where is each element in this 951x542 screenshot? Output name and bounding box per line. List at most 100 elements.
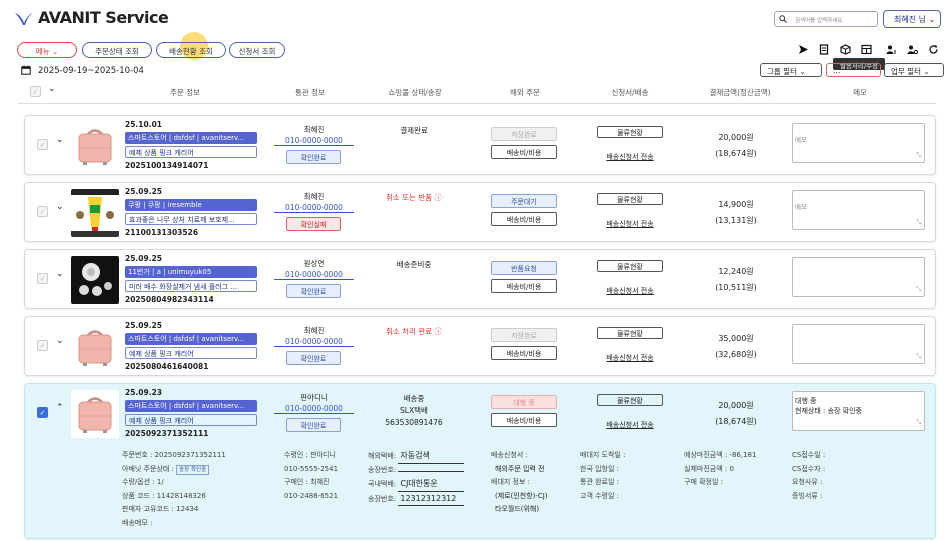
date-range[interactable]: 2025-09-19~2025-10-04	[38, 66, 144, 76]
product-link[interactable]: 효과좋은 나무 상처 치료제 보호제...	[125, 213, 257, 225]
shipping-fee-button[interactable]: 배송비/비용	[491, 413, 557, 427]
expand-icon[interactable]: ⤡	[916, 418, 921, 428]
refresh-icon[interactable]	[928, 44, 939, 55]
recipient-phone[interactable]: 010-0000-0000	[274, 404, 354, 414]
expand-icon[interactable]: ⤡	[916, 219, 921, 227]
product-link[interactable]: 미러 배수 화장실제거 냄새 플러그 ...	[125, 280, 257, 292]
product-thumbnail[interactable]	[71, 390, 119, 438]
col-application: 신청서/배송	[611, 88, 649, 97]
customs-check-button[interactable]: 확인완료	[286, 418, 341, 432]
shipping-value[interactable]: 자동검색	[398, 449, 465, 464]
recipient-phone[interactable]: 010-0000-0000	[274, 136, 354, 146]
logistics-status-button[interactable]: 물류현황	[597, 126, 663, 138]
chevron-down-icon[interactable]: ⌄	[56, 135, 64, 145]
chevron-down-icon[interactable]: ⌄	[56, 202, 64, 212]
document-icon[interactable]	[819, 44, 830, 55]
send-icon[interactable]	[798, 44, 809, 55]
chevron-up-icon[interactable]: ⌃	[56, 403, 64, 413]
col-overseas-order: 해외 주문	[510, 88, 540, 97]
product-thumbnail[interactable]	[71, 189, 119, 237]
recipient-phone[interactable]: 010-0000-0000	[274, 203, 354, 213]
settlement-amount: (32,680원)	[715, 350, 757, 359]
package-icon[interactable]	[840, 44, 851, 55]
row-checkbox[interactable]: ✓	[37, 407, 48, 418]
order-number[interactable]: 21100131303526	[125, 228, 198, 237]
tab-application[interactable]: 신청서 조회	[229, 42, 285, 58]
hidden-filter-select[interactable]: …	[826, 63, 881, 77]
send-application-link[interactable]: 배송신청서 전송	[597, 420, 663, 430]
product-thumbnail[interactable]	[71, 323, 119, 371]
user-menu-button[interactable]: 최혜진 님 ⌄	[883, 10, 941, 28]
expand-icon[interactable]: ⤡	[916, 286, 921, 294]
shipping-fee-button[interactable]: 배송비/비용	[491, 346, 557, 360]
send-application-link[interactable]: 배송신청서 전송	[597, 152, 663, 162]
table-icon[interactable]	[861, 44, 872, 55]
header-divider	[18, 103, 936, 104]
customs-check-button[interactable]: 확인완료	[286, 284, 341, 298]
order-number[interactable]: 2025100134914071	[125, 161, 209, 170]
shipping-value[interactable]: CJ대한통운	[398, 477, 465, 492]
overseas-order-button[interactable]: 반품요청	[491, 261, 557, 275]
chevron-down-icon[interactable]: ⌄	[48, 84, 56, 94]
mall-tracking-number[interactable]: 563530891476	[364, 418, 464, 427]
group-filter-select[interactable]: 그룹 필터 ⌄	[760, 63, 822, 77]
memo-field[interactable]: 메모 ⤡	[792, 190, 925, 230]
order-number[interactable]: 20250804982343114	[125, 295, 214, 304]
select-all-checkbox[interactable]: ✓	[30, 86, 41, 97]
chevron-down-icon[interactable]: ⌄	[56, 269, 64, 279]
customs-check-button[interactable]: 확인완료	[286, 150, 341, 164]
memo-field[interactable]: 메모 ⤡	[792, 123, 925, 163]
product-thumbnail[interactable]	[71, 256, 119, 304]
product-link[interactable]: 예제 상품 핑크 캐리어	[125, 414, 257, 426]
user-settings-icon[interactable]	[907, 44, 918, 55]
overseas-order-button[interactable]: 저장완료	[491, 127, 557, 141]
order-number[interactable]: 2025092371352111	[125, 429, 209, 438]
tab-order-status[interactable]: 주문상태 조회	[82, 42, 152, 58]
memo-field[interactable]: ⤡	[792, 257, 925, 297]
settlement-amount: (18,674원)	[715, 417, 757, 426]
order-number[interactable]: 2025080461640081	[125, 362, 209, 371]
calendar-icon[interactable]	[21, 65, 31, 75]
overseas-order-button[interactable]: 주문대기	[491, 194, 557, 208]
customs-check-button[interactable]: 확인실패	[286, 217, 341, 231]
row-checkbox[interactable]: ✓	[37, 273, 48, 284]
expand-icon[interactable]: ⤡	[916, 353, 921, 361]
memo-field[interactable]: 대행 중 현재상태 : 송장 확인중 ⤡	[792, 391, 925, 431]
logistics-status-button[interactable]: 물류현황	[597, 327, 663, 339]
work-filter-select[interactable]: 업무 필터 ⌄	[884, 63, 944, 77]
overseas-order-button[interactable]: 저장완료	[491, 328, 557, 342]
memo-field[interactable]: ⤡	[792, 324, 925, 364]
row-checkbox[interactable]: ✓	[37, 206, 48, 217]
recipient-phone[interactable]: 010-0000-0000	[274, 270, 354, 280]
send-application-link[interactable]: 배송신청서 전송	[597, 286, 663, 296]
shipping-value[interactable]: 12312312312	[398, 492, 465, 506]
user-sort-icon[interactable]	[886, 44, 897, 55]
product-link[interactable]: 예제 상품 핑크 캐리어	[125, 347, 257, 359]
product-link[interactable]: 예제 상품 핑크 캐리어	[125, 146, 257, 158]
shipping-fee-button[interactable]: 배송비/비용	[491, 279, 557, 293]
shipping-value[interactable]	[398, 470, 465, 472]
shipping-fee-button[interactable]: 배송비/비용	[491, 212, 557, 226]
product-thumbnail[interactable]	[71, 122, 119, 170]
search-input[interactable]: 검색어를 입력하세요.	[774, 11, 878, 27]
row-checkbox[interactable]: ✓	[37, 139, 48, 150]
memo-placeholder: 메모	[795, 136, 807, 144]
recipient-phone[interactable]: 010-0000-0000	[274, 337, 354, 347]
row-checkbox[interactable]: ✓	[37, 340, 48, 351]
logistics-status-button[interactable]: 물류현황	[597, 394, 663, 406]
detail-col-recipient: 수령인 : 판아디니 010-5555-2541 구매인 : 최혜진 010-2488…	[284, 449, 338, 503]
overseas-order-button[interactable]: 대행 중	[491, 395, 557, 409]
detail-line: 수령인 : 판아디니	[284, 451, 336, 459]
detail-line: 송장번호: 12312312312	[368, 492, 465, 506]
tab-delivery-status[interactable]: 배송현황 조회	[156, 42, 226, 58]
shipping-fee-button[interactable]: 배송비/비용	[491, 145, 557, 159]
logistics-status-button[interactable]: 물류현황	[597, 193, 663, 205]
customs-check-button[interactable]: 확인완료	[286, 351, 341, 365]
chevron-down-icon[interactable]: ⌄	[56, 336, 64, 346]
send-application-link[interactable]: 배송신청서 전송	[597, 219, 663, 229]
menu-button[interactable]: 메뉴 ⌄	[17, 42, 77, 58]
expand-icon[interactable]: ⤡	[916, 152, 921, 160]
logistics-status-button[interactable]: 물류현황	[597, 260, 663, 272]
detail-line: 타오월드(위해)	[495, 505, 540, 513]
send-application-link[interactable]: 배송신청서 전송	[597, 353, 663, 363]
